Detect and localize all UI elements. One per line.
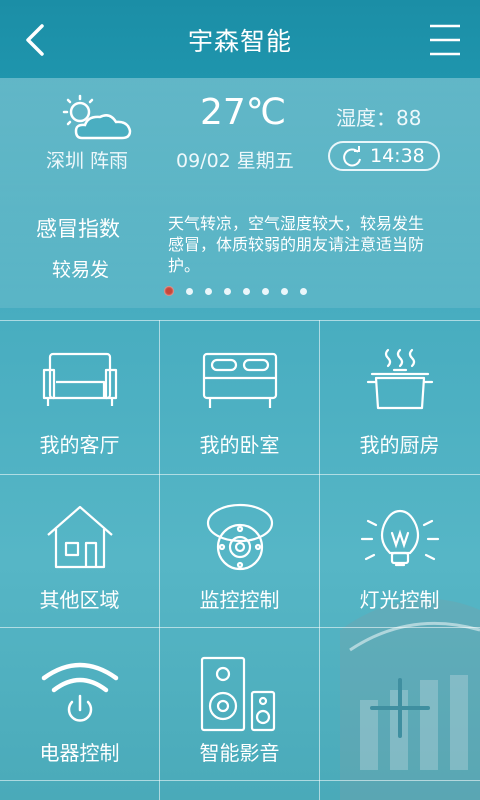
partly-cloudy-icon [62,94,132,140]
camera-icon [206,503,273,571]
page-dot[interactable] [186,287,193,295]
tile-kitchen[interactable]: 我的厨房 [320,320,479,472]
refresh-icon [343,146,361,167]
humidity: 湿度：88 [336,106,422,130]
tile-label: 智能影音 [199,741,280,765]
menu-icon[interactable] [422,18,466,62]
sofa-icon [42,352,117,406]
grid-divider [0,780,480,781]
refresh-time-button[interactable]: 14:38 [328,141,440,171]
bed-icon [202,352,277,408]
date-weekday: 09/02 星期五 [176,150,294,172]
bulb-icon [360,509,439,567]
wifi-power-icon [41,662,118,722]
tile-label: 电器控制 [39,741,120,765]
tile-label: 我的厨房 [359,433,440,457]
page-dot[interactable] [205,287,212,295]
tile-label: 监控控制 [199,588,280,612]
pot-icon [366,348,433,410]
cold-index-description: 天气转凉，空气湿度较大，较易发生感冒，体质较弱的朋友请注意适当防护。 [168,214,425,275]
tile-audio-video[interactable]: 智能影音 [160,628,319,780]
tile-surveillance[interactable]: 监控控制 [160,475,319,627]
tile-appliances[interactable]: 电器控制 [0,628,159,780]
tile-living-room[interactable]: 我的客厅 [0,320,159,472]
page-dot-active[interactable] [164,286,174,296]
house-icon [46,505,113,569]
tile-other-areas[interactable]: 其他区域 [0,475,159,627]
tile-label: 我的卧室 [199,433,280,457]
page-dot[interactable] [281,287,288,295]
tile-lighting[interactable]: 灯光控制 [320,475,479,627]
update-time: 14:38 [370,145,425,167]
tile-label: 其他区域 [39,588,120,612]
weather-city: 深圳 阵雨 [46,150,129,172]
cold-index-title: 感冒指数 [36,217,120,241]
tile-add[interactable] [320,628,479,780]
app-header: 宇森智能 [0,0,480,78]
cold-index-level: 较易发 [52,259,110,281]
page-dot[interactable] [243,287,250,295]
tile-bedroom[interactable]: 我的卧室 [160,320,319,472]
page-dot[interactable] [224,287,231,295]
tile-label: 我的客厅 [39,433,120,457]
function-grid: 我的客厅 我的卧室 我的厨房 其他区域 监控控制 灯光控制 电器控制 智能影音 [0,320,480,800]
temperature: 27℃ [200,92,287,133]
page-title: 宇森智能 [187,27,292,56]
speaker-icon [200,656,275,732]
page-dot[interactable] [262,287,269,295]
page-dot[interactable] [300,287,307,295]
plus-icon [369,678,430,738]
tile-label: 灯光控制 [359,588,440,612]
page-indicator[interactable] [164,285,319,297]
